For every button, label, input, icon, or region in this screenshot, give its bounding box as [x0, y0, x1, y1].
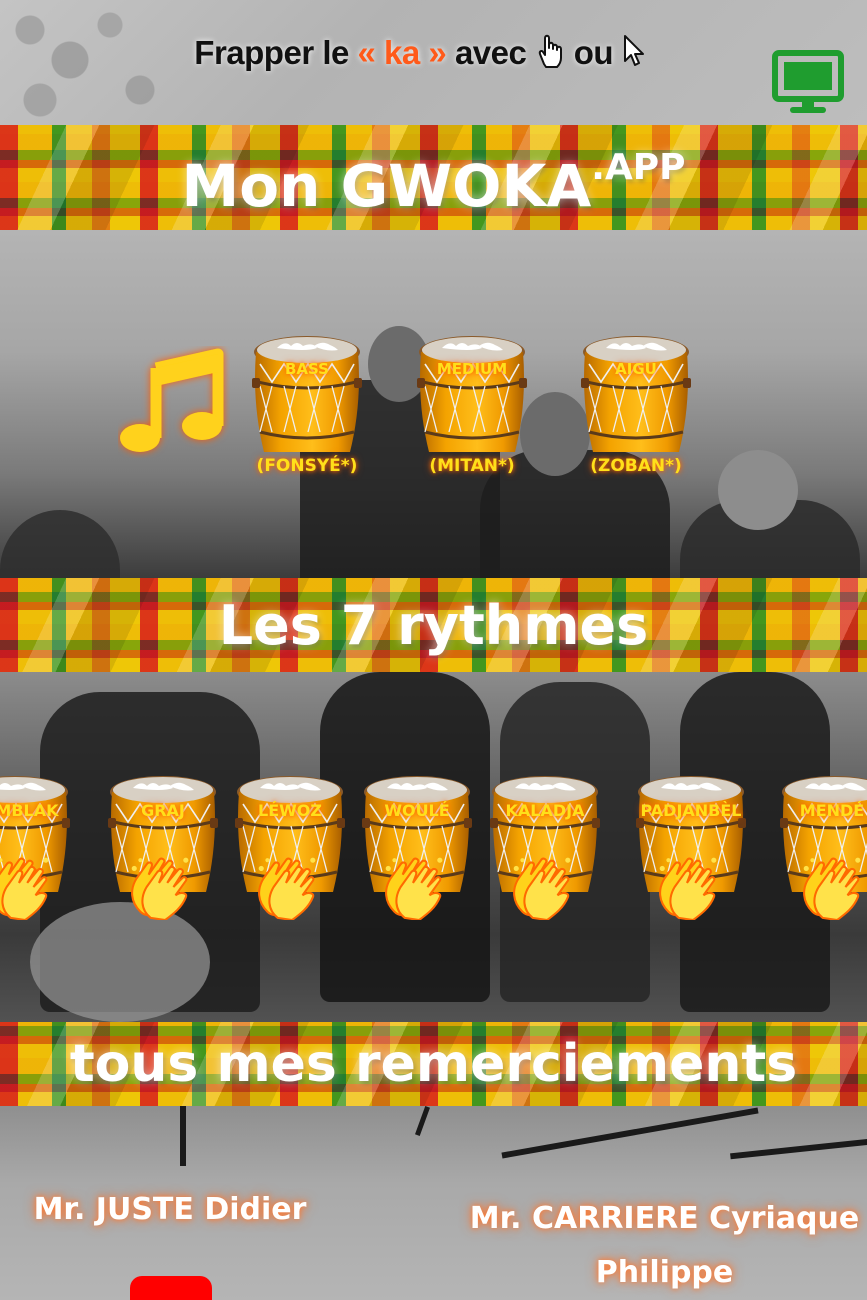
music-note-icon[interactable] [118, 346, 230, 458]
instruction-text: Frapper le « ka » avec ou [0, 34, 840, 76]
rhythm-graj[interactable]: GRAJ [108, 774, 218, 932]
drum-medium-sub: (MITAN*) [429, 456, 515, 476]
drum-icon [252, 334, 362, 464]
desktop-mode-button[interactable] [772, 50, 844, 116]
rhythm-lewoz[interactable]: LÉWOZ [235, 774, 345, 932]
rhythm-woule[interactable]: WOULÉ [362, 774, 472, 932]
desktop-icon [772, 50, 844, 113]
rhythms-banner: Les 7 rythmes [0, 578, 867, 672]
rhythm-label: KALADJA [505, 801, 585, 820]
thanks-title: tous mes remerciements [69, 1034, 798, 1094]
youtube-icon[interactable] [130, 1276, 212, 1300]
drum-aigu-label: AIGU [615, 360, 657, 378]
clapping-hands-icon [380, 854, 446, 920]
drum-bass-label: BASS [285, 360, 329, 378]
drum-aigu[interactable]: AIGU (ZOBAN*) [581, 334, 691, 476]
clapping-hands-icon [654, 854, 720, 920]
clapping-hands-icon [0, 854, 52, 920]
mouse-pointer-icon [622, 34, 646, 76]
app-title: Mon GWOKA.APP [181, 147, 686, 220]
rhythms-title: Les 7 rythmes [218, 594, 649, 657]
clapping-hands-icon [798, 854, 864, 920]
drum-bass[interactable]: BASS (FONSYÉ*) [252, 334, 362, 476]
ka-highlight: « ka » [357, 34, 447, 71]
app-title-suffix: .APP [591, 147, 686, 188]
clapping-hands-icon [126, 854, 192, 920]
thanks-banner: tous mes remerciements [0, 1022, 867, 1106]
thanks-person-2: Mr. CARRIERE Cyriaque Philippe [469, 1201, 860, 1290]
drum-icon [581, 334, 691, 464]
drum-icon [417, 334, 527, 464]
rhythm-label: MENDÉ [799, 801, 865, 820]
clapping-hands-icon [253, 854, 319, 920]
rhythm-padjanbel[interactable]: PADJANBÈL [636, 774, 746, 932]
rhythm-mende[interactable]: MENDÉ [780, 774, 867, 932]
drum-medium-label: MEDIUM [436, 360, 508, 378]
rhythm-tumblak[interactable]: TUMBLAK [0, 774, 70, 932]
touch-hand-icon [535, 34, 565, 76]
rhythm-label: PADJANBÈL [640, 801, 742, 820]
drum-bass-sub: (FONSYÉ*) [256, 456, 358, 476]
thanks-person-1: Mr. JUSTE Didier [33, 1192, 307, 1227]
app-title-banner: Mon GWOKA.APP [0, 125, 867, 230]
drum-aigu-sub: (ZOBAN*) [590, 456, 682, 476]
clapping-hands-icon [508, 854, 574, 920]
rhythm-label: TUMBLAK [0, 801, 59, 820]
drum-medium[interactable]: MEDIUM (MITAN*) [417, 334, 527, 476]
rhythm-kaladja[interactable]: KALADJA [490, 774, 600, 932]
header: Frapper le « ka » avec ou [0, 0, 867, 125]
